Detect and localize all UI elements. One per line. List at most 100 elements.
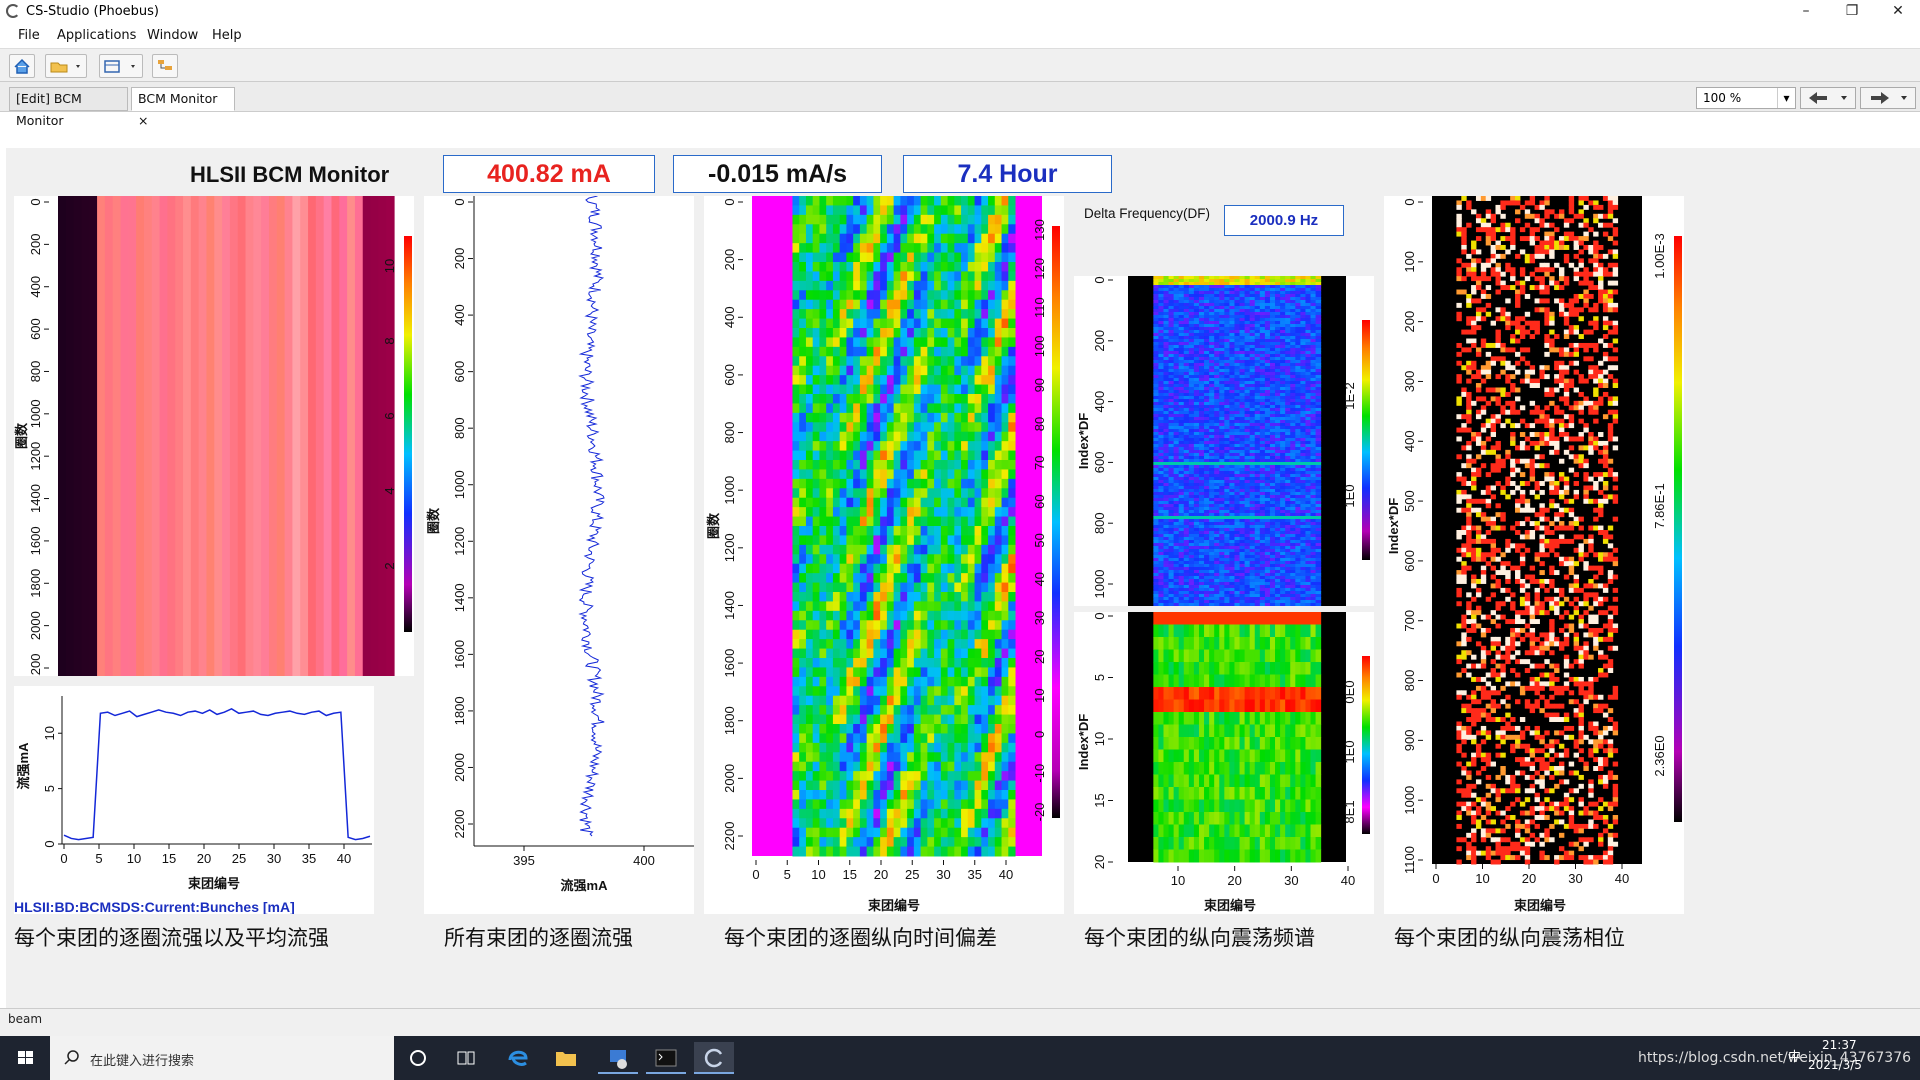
- tree-button[interactable]: [152, 54, 178, 78]
- heatmap-cell: [839, 639, 847, 650]
- heatmap-cell: [1244, 339, 1251, 343]
- heatmap-cell: [940, 224, 949, 235]
- heatmap-cell: [981, 780, 989, 791]
- heatmap-cell: [954, 582, 962, 593]
- back-button[interactable]: [1800, 87, 1856, 109]
- minimize-button[interactable]: –: [1783, 0, 1829, 24]
- menu-help[interactable]: Help: [212, 28, 242, 43]
- heatmap-cell: [1305, 324, 1312, 328]
- heatmap-cell: [954, 243, 962, 254]
- heatmap-cell: [1209, 297, 1215, 301]
- heatmap-cell: [832, 205, 841, 216]
- heatmap-cell: [1163, 288, 1170, 292]
- heatmap-cell: [967, 837, 976, 848]
- heatmap-cell: [927, 724, 935, 734]
- maximize-button[interactable]: ❐: [1829, 0, 1875, 24]
- heatmap-cell: [1178, 471, 1185, 475]
- heatmap-cell: [988, 620, 996, 631]
- heatmap-cell: [859, 243, 868, 254]
- heatmap-cell: [1209, 471, 1215, 475]
- heatmap-cell: [1264, 477, 1271, 481]
- heatmap-cell: [1295, 474, 1301, 478]
- heatmap-cell: [1193, 315, 1200, 319]
- heatmap-cell: [900, 535, 908, 546]
- heatmap-cell: [934, 469, 942, 480]
- heatmap-cell: [1285, 342, 1291, 346]
- heatmap-cell: [866, 422, 874, 433]
- heatmap-cell: [819, 318, 827, 329]
- heatmap-cell: [826, 214, 834, 225]
- heatmap-cell: [1008, 620, 1016, 631]
- heatmap-cell: [1239, 336, 1246, 340]
- heatmap-cell: [1163, 354, 1170, 358]
- heatmap-cell: [1001, 356, 1009, 367]
- heatmap-cell: [1244, 366, 1251, 370]
- heatmap-cell: [1198, 366, 1205, 370]
- menu-file[interactable]: File: [18, 28, 40, 43]
- heatmap-cell: [1280, 402, 1286, 406]
- heatmap-cell: [1249, 465, 1256, 469]
- heatmap-cell: [805, 827, 814, 838]
- tab-edit-bcm-monitor[interactable]: [Edit] BCM Monitor: [9, 87, 128, 128]
- heatmap-cell: [994, 356, 1003, 367]
- heatmap-cell: [994, 262, 1003, 272]
- heatmap-cell: [1310, 294, 1317, 298]
- heatmap-cell: [1280, 327, 1286, 331]
- heatmap-cell: [812, 535, 820, 546]
- heatmap-cell: [893, 412, 901, 423]
- heatmap-cell: [1229, 387, 1235, 391]
- heatmap-cell: [839, 318, 847, 329]
- heatmap-cell: [1224, 444, 1230, 448]
- heatmap-cell: [886, 233, 895, 244]
- heatmap-cell: [1168, 354, 1175, 358]
- heatmap-cell: [1269, 492, 1276, 496]
- heatmap-cell: [1290, 423, 1296, 427]
- heatmap-cell: [1315, 321, 1322, 325]
- forward-button[interactable]: [1860, 87, 1916, 109]
- tab-bcm-monitor[interactable]: BCM Monitor ×: [131, 87, 235, 128]
- heatmap-cell: [907, 243, 915, 254]
- heatmap-cell: [900, 280, 908, 291]
- heatmap-cell: [1183, 303, 1190, 307]
- heatmap-cell: [1280, 372, 1286, 376]
- y-tick-label: 600: [452, 361, 467, 383]
- heatmap-cell: [1300, 288, 1306, 292]
- heatmap-cell: [1219, 354, 1225, 358]
- heatmap-cell: [805, 733, 814, 744]
- tab-close-icon[interactable]: ×: [138, 113, 148, 128]
- open-button[interactable]: [45, 54, 87, 78]
- heatmap-cell: [1280, 414, 1286, 418]
- heatmap-cell: [1244, 342, 1251, 346]
- heatmap-cell: [1280, 423, 1286, 427]
- heatmap-cell: [1310, 300, 1317, 304]
- heatmap-cell: [880, 271, 888, 282]
- heatmap-cell: [1275, 405, 1281, 409]
- heatmap-cell: [853, 309, 861, 320]
- menu-window[interactable]: Window: [147, 28, 198, 43]
- heatmap-cell: [913, 384, 922, 395]
- heatmap-cell: [1193, 408, 1200, 412]
- heatmap-cell: [967, 243, 976, 254]
- home-button[interactable]: [9, 54, 35, 78]
- heatmap-cell: [832, 620, 841, 631]
- heatmap-cell: [1295, 366, 1301, 370]
- heatmap-cell: [1295, 324, 1301, 328]
- close-button[interactable]: ✕: [1875, 0, 1920, 24]
- heatmap-cell: [913, 771, 922, 782]
- heatmap-cell: [819, 582, 827, 593]
- heatmap-cell: [1280, 363, 1286, 367]
- heatmap-cell: [1269, 486, 1276, 490]
- heatmap-cell: [913, 224, 922, 235]
- heatmap-cell: [805, 262, 814, 272]
- heatmap-cell: [819, 488, 827, 499]
- heatmap-cell: [1264, 330, 1271, 334]
- heatmap-cell: [893, 846, 901, 857]
- heatmap-cell: [1219, 474, 1225, 478]
- heatmap-cell: [1178, 369, 1185, 373]
- heatmap-cell: [1239, 399, 1246, 403]
- menu-applications[interactable]: Applications: [57, 28, 136, 43]
- heatmap-cell: [1229, 474, 1235, 478]
- heatmap-cell: [1305, 480, 1312, 484]
- layout-button[interactable]: [99, 54, 143, 78]
- zoom-select[interactable]: 100 % ▾: [1696, 87, 1796, 109]
